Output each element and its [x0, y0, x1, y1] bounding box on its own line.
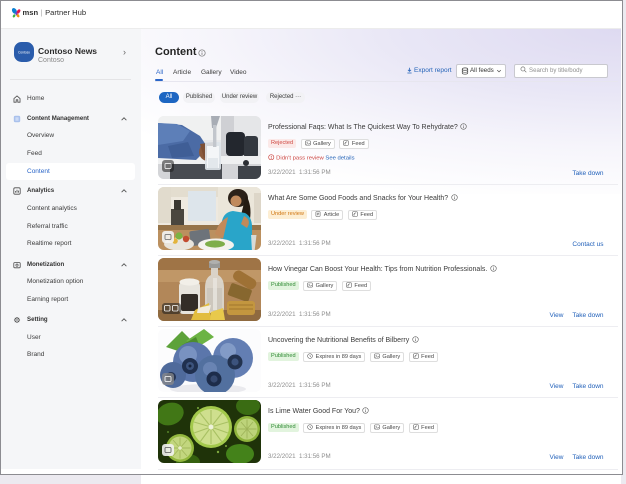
svg-text:Contoso: Contoso	[18, 51, 30, 55]
